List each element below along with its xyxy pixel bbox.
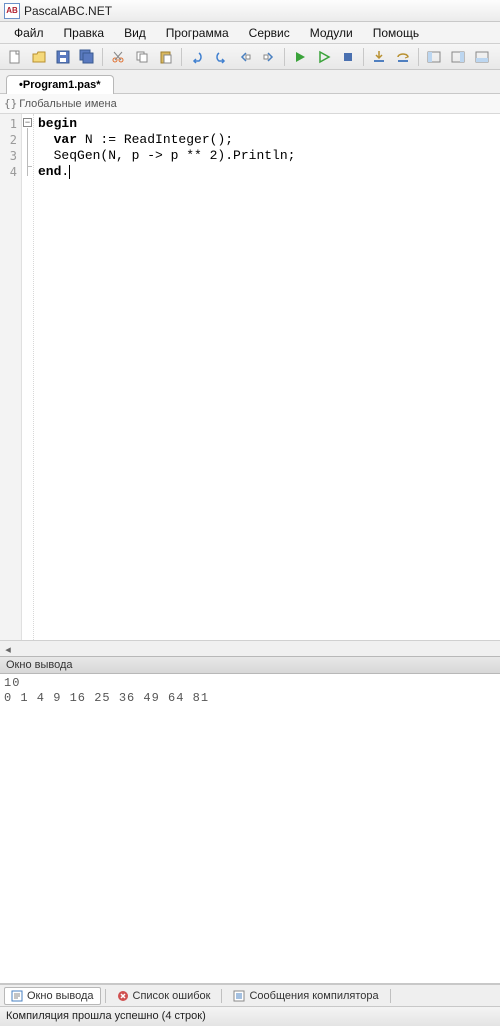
toolbar-separator: [181, 48, 182, 66]
copy-button[interactable]: [131, 46, 153, 68]
undo-button[interactable]: [186, 46, 208, 68]
line-numbers: 1 2 3 4: [0, 114, 22, 640]
code-content[interactable]: begin var N := ReadInteger(); SeqGen(N, …: [34, 114, 500, 640]
bottom-tabbar: Окно вывода Список ошибок Сообщения комп…: [0, 984, 500, 1006]
toolbar-separator: [102, 48, 103, 66]
scope-label: Глобальные имена: [19, 98, 117, 110]
fold-column: −: [22, 114, 34, 640]
horizontal-scrollbar[interactable]: ◂: [0, 640, 500, 656]
step-over-button[interactable]: [392, 46, 414, 68]
menu-modules[interactable]: Модули: [302, 24, 361, 42]
new-file-button[interactable]: [4, 46, 26, 68]
panel-right-button[interactable]: [447, 46, 469, 68]
statusbar: Компиляция прошла успешно (4 строк): [0, 1006, 500, 1026]
output-panel-header: Окно вывода: [0, 656, 500, 674]
output-panel[interactable]: 10 0 1 4 9 16 25 36 49 64 81: [0, 674, 500, 984]
errors-icon: [117, 990, 129, 1002]
code-editor[interactable]: 1 2 3 4 − begin var N := ReadInteger(); …: [0, 114, 500, 640]
run-button[interactable]: [289, 46, 311, 68]
menu-file[interactable]: Файл: [6, 24, 52, 42]
menu-program[interactable]: Программа: [158, 24, 237, 42]
paste-button[interactable]: [155, 46, 177, 68]
cut-button[interactable]: [107, 46, 129, 68]
tab-compiler[interactable]: Сообщения компилятора: [226, 987, 385, 1005]
status-text: Компиляция прошла успешно (4 строк): [6, 1010, 206, 1022]
tab-errors[interactable]: Список ошибок: [110, 987, 218, 1005]
editor-tab[interactable]: •Program1.pas*: [6, 75, 114, 94]
menu-view[interactable]: Вид: [116, 24, 154, 42]
save-all-button[interactable]: [76, 46, 98, 68]
toolbar: [0, 44, 500, 70]
step-into-button[interactable]: [368, 46, 390, 68]
toolbar-separator: [284, 48, 285, 66]
fold-toggle[interactable]: −: [23, 118, 32, 127]
scope-icon: {}: [4, 97, 17, 110]
scope-bar[interactable]: {} Глобальные имена: [0, 94, 500, 114]
tabbar: •Program1.pas*: [0, 70, 500, 94]
scroll-left-arrow[interactable]: ◂: [0, 641, 16, 657]
app-title: PascalABC.NET: [24, 4, 112, 18]
menu-help[interactable]: Помощь: [365, 24, 427, 42]
titlebar: AB PascalABC.NET: [0, 0, 500, 22]
toolbar-separator: [363, 48, 364, 66]
output-icon: [11, 990, 23, 1002]
nav-fwd-button[interactable]: [258, 46, 280, 68]
panel-left-button[interactable]: [423, 46, 445, 68]
toolbar-separator: [418, 48, 419, 66]
text-cursor: [69, 165, 70, 179]
save-button[interactable]: [52, 46, 74, 68]
redo-button[interactable]: [210, 46, 232, 68]
nav-back-button[interactable]: [234, 46, 256, 68]
tab-output[interactable]: Окно вывода: [4, 987, 101, 1005]
app-icon: AB: [4, 3, 20, 19]
menubar: Файл Правка Вид Программа Сервис Модули …: [0, 22, 500, 44]
run-no-debug-button[interactable]: [313, 46, 335, 68]
panel-bottom-button[interactable]: [471, 46, 493, 68]
stop-button[interactable]: [337, 46, 359, 68]
menu-service[interactable]: Сервис: [241, 24, 298, 42]
open-file-button[interactable]: [28, 46, 50, 68]
menu-edit[interactable]: Правка: [56, 24, 113, 42]
compiler-icon: [233, 990, 245, 1002]
